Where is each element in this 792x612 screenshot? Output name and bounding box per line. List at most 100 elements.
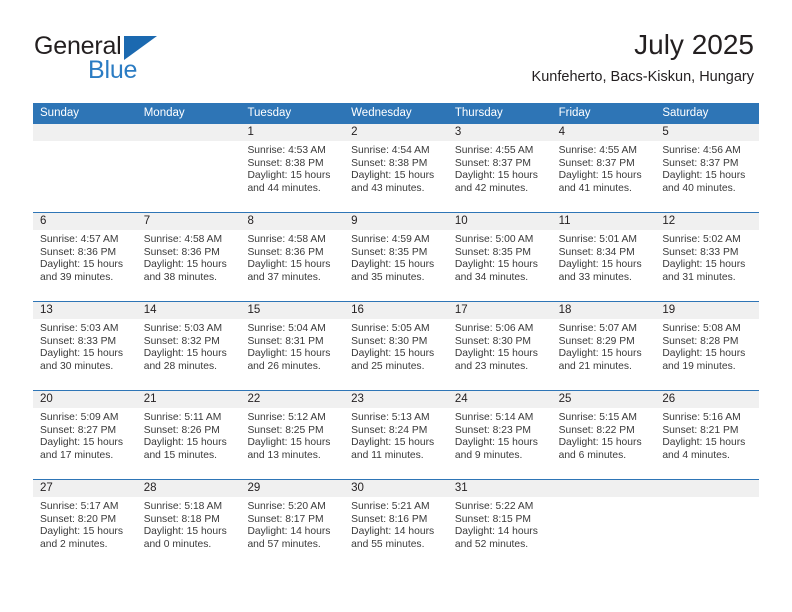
calendar-page: General Blue July 2025 Kunfeherto, Bacs-…	[0, 0, 792, 612]
day-number-band: 28	[136, 480, 241, 497]
daylight-duration-line2: and 11 minutes.	[351, 449, 424, 461]
daylight-duration-line1: Daylight: 15 hours	[558, 348, 642, 360]
day-details: Sunrise: 5:09 AM Sunset: 8:27 PM Daylight:…	[33, 408, 137, 462]
day-number-band: 30	[344, 480, 448, 497]
day-details: Sunrise: 4:59 AM Sunset: 8:35 PM Daylight:…	[344, 230, 448, 284]
day-details: Sunrise: 5:07 AM Sunset: 8:29 PM Daylight:…	[552, 319, 656, 373]
calendar-day-cell[interactable]: 13 Sunrise: 5:03 AM Sunset: 8:33 PM Dayligh…	[33, 302, 137, 390]
calendar-day-cell[interactable]: 29 Sunrise: 5:20 AM Sunset: 8:17 PM Dayligh…	[240, 480, 345, 569]
sunset-time: Sunset: 8:34 PM	[558, 246, 635, 258]
day-number-band: 14	[136, 302, 241, 319]
calendar-day-cell[interactable]: 18 Sunrise: 5:07 AM Sunset: 8:29 PM Dayligh…	[551, 302, 656, 390]
calendar-day-cell[interactable]: 9 Sunrise: 4:59 AM Sunset: 8:35 PM Daylight…	[344, 213, 448, 301]
calendar-day-cell[interactable]: 28 Sunrise: 5:18 AM Sunset: 8:18 PM Dayligh…	[136, 480, 241, 569]
calendar-day-cell[interactable]: 19 Sunrise: 5:08 AM Sunset: 8:28 PM Dayligh…	[655, 302, 760, 390]
sunrise-time: Sunrise: 5:05 AM	[351, 323, 430, 334]
calendar-day-cell[interactable]: 12 Sunrise: 5:02 AM Sunset: 8:33 PM Dayligh…	[655, 213, 760, 301]
sunset-time: Sunset: 8:37 PM	[662, 157, 739, 169]
day-number: 1	[247, 126, 254, 138]
daylight-duration-line2: and 38 minutes.	[143, 271, 217, 283]
day-number: 30	[351, 482, 364, 494]
daylight-duration-line2: and 17 minutes.	[40, 449, 114, 461]
daylight-duration-line1: Daylight: 15 hours	[247, 259, 331, 271]
weekday-header-friday: Friday	[558, 107, 591, 119]
day-number-band: 1	[240, 124, 345, 141]
weekday-header-row: Sunday Monday Tuesday Wednesday Thursday…	[33, 103, 759, 124]
sunrise-time: Sunrise: 5:18 AM	[143, 501, 223, 512]
calendar-day-cell[interactable]: 10 Sunrise: 5:00 AM Sunset: 8:35 PM Dayligh…	[447, 213, 552, 301]
sunrise-time: Sunrise: 5:06 AM	[454, 323, 534, 334]
sunrise-time: Sunrise: 5:02 AM	[662, 234, 741, 245]
calendar-day-cell[interactable]: 22 Sunrise: 5:12 AM Sunset: 8:25 PM Dayligh…	[240, 391, 345, 479]
day-number: 25	[558, 393, 572, 405]
day-number: 17	[454, 304, 468, 316]
sunset-time: Sunset: 8:25 PM	[247, 424, 324, 436]
sunrise-time: Sunrise: 5:00 AM	[454, 234, 534, 245]
calendar-day-cell[interactable]: 3 Sunrise: 4:55 AM Sunset: 8:37 PM Daylight…	[447, 124, 552, 212]
day-number-band: 17	[447, 302, 552, 319]
day-number-band: 7	[136, 213, 241, 230]
daylight-duration-line2: and 26 minutes.	[247, 360, 321, 372]
calendar-day-cell[interactable]: 21 Sunrise: 5:11 AM Sunset: 8:26 PM Dayligh…	[136, 391, 241, 479]
calendar-day-cell[interactable]: 26 Sunrise: 5:16 AM Sunset: 8:21 PM Dayligh…	[655, 391, 760, 479]
sunrise-time: Sunrise: 4:54 AM	[351, 145, 430, 156]
day-number-band	[33, 124, 137, 141]
day-details: Sunrise: 5:00 AM Sunset: 8:35 PM Daylight:…	[448, 230, 552, 284]
calendar-day-cell[interactable]: 15 Sunrise: 5:04 AM Sunset: 8:31 PM Dayligh…	[240, 302, 345, 390]
daylight-duration-line2: and 21 minutes.	[558, 360, 632, 372]
brand-logo[interactable]: General Blue	[34, 32, 274, 88]
calendar-day-cell[interactable]: 20 Sunrise: 5:09 AM Sunset: 8:27 PM Dayligh…	[33, 391, 137, 479]
calendar-day-cell[interactable]: 16 Sunrise: 5:05 AM Sunset: 8:30 PM Dayligh…	[344, 302, 448, 390]
daylight-duration-line1: Daylight: 15 hours	[40, 259, 123, 271]
sunset-time: Sunset: 8:29 PM	[558, 335, 635, 347]
day-details: Sunrise: 4:55 AM Sunset: 8:37 PM Daylight:…	[552, 141, 656, 195]
calendar-day-cell[interactable]: 30 Sunrise: 5:21 AM Sunset: 8:16 PM Dayligh…	[344, 480, 448, 569]
sunset-time: Sunset: 8:38 PM	[351, 157, 428, 169]
day-number: 19	[662, 304, 676, 316]
sunset-time: Sunset: 8:36 PM	[143, 246, 220, 258]
calendar-day-cell[interactable]: 24 Sunrise: 5:14 AM Sunset: 8:23 PM Dayligh…	[447, 391, 552, 479]
calendar-day-cell[interactable]: 14 Sunrise: 5:03 AM Sunset: 8:32 PM Dayligh…	[136, 302, 241, 390]
calendar-day-cell[interactable]: 5 Sunrise: 4:56 AM Sunset: 8:37 PM Daylight…	[655, 124, 760, 212]
sunrise-time: Sunrise: 4:56 AM	[662, 145, 741, 156]
daylight-duration-line2: and 43 minutes.	[351, 182, 425, 194]
calendar-day-cell[interactable]: 11 Sunrise: 5:01 AM Sunset: 8:34 PM Dayligh…	[551, 213, 656, 301]
sunset-time: Sunset: 8:36 PM	[247, 246, 324, 258]
calendar-day-cell[interactable]: 27 Sunrise: 5:17 AM Sunset: 8:20 PM Dayligh…	[33, 480, 137, 569]
daylight-duration-line2: and 19 minutes.	[662, 360, 736, 372]
calendar-week-row: 13 Sunrise: 5:03 AM Sunset: 8:33 PM Dayligh…	[33, 302, 760, 391]
calendar-day-cell[interactable]: 2 Sunrise: 4:54 AM Sunset: 8:38 PM Daylight…	[344, 124, 448, 212]
page-subtitle-location: Kunfeherto, Bacs-Kiskun, Hungary	[531, 69, 754, 85]
day-details: Sunrise: 5:12 AM Sunset: 8:25 PM Daylight:…	[240, 408, 344, 462]
day-details: Sunrise: 5:17 AM Sunset: 8:20 PM Daylight:…	[33, 497, 137, 551]
day-details: Sunrise: 5:11 AM Sunset: 8:26 PM Daylight:…	[137, 408, 241, 462]
sunset-time: Sunset: 8:28 PM	[662, 335, 739, 347]
day-details: Sunrise: 5:02 AM Sunset: 8:33 PM Daylight:…	[655, 230, 759, 284]
day-number-band: 11	[551, 213, 656, 230]
sunset-time: Sunset: 8:35 PM	[351, 246, 428, 258]
weekday-header-saturday: Saturday	[662, 107, 709, 119]
calendar-day-cell-empty	[655, 480, 760, 569]
daylight-duration-line2: and 28 minutes.	[143, 360, 217, 372]
daylight-duration-line2: and 23 minutes.	[454, 360, 529, 372]
calendar-day-cell[interactable]: 6 Sunrise: 4:57 AM Sunset: 8:36 PM Daylight…	[33, 213, 137, 301]
daylight-duration-line2: and 33 minutes.	[558, 271, 632, 283]
calendar-day-cell[interactable]: 7 Sunrise: 4:58 AM Sunset: 8:36 PM Daylight…	[136, 213, 241, 301]
daylight-duration-line1: Daylight: 15 hours	[558, 170, 642, 182]
daylight-duration-line2: and 30 minutes.	[40, 360, 114, 372]
calendar-day-cell[interactable]: 23 Sunrise: 5:13 AM Sunset: 8:24 PM Dayligh…	[344, 391, 448, 479]
sunrise-time: Sunrise: 5:16 AM	[662, 412, 741, 423]
calendar-day-cell[interactable]: 4 Sunrise: 4:55 AM Sunset: 8:37 PM Daylight…	[551, 124, 656, 212]
calendar-day-cell[interactable]: 1 Sunrise: 4:53 AM Sunset: 8:38 PM Daylight…	[240, 124, 345, 212]
day-number-band: 29	[240, 480, 345, 497]
day-number-band: 6	[33, 213, 137, 230]
calendar-day-cell[interactable]: 31 Sunrise: 5:22 AM Sunset: 8:15 PM Dayligh…	[447, 480, 552, 569]
day-number: 29	[247, 482, 261, 494]
sunset-time: Sunset: 8:24 PM	[351, 424, 428, 436]
day-number: 16	[351, 304, 364, 316]
calendar-day-cell[interactable]: 17 Sunrise: 5:06 AM Sunset: 8:30 PM Dayligh…	[447, 302, 552, 390]
calendar-day-cell[interactable]: 8 Sunrise: 4:58 AM Sunset: 8:36 PM Daylight…	[240, 213, 345, 301]
calendar-day-cell[interactable]: 25 Sunrise: 5:15 AM Sunset: 8:22 PM Dayligh…	[551, 391, 656, 479]
day-number: 27	[40, 482, 53, 494]
sunrise-time: Sunrise: 5:22 AM	[454, 501, 534, 512]
